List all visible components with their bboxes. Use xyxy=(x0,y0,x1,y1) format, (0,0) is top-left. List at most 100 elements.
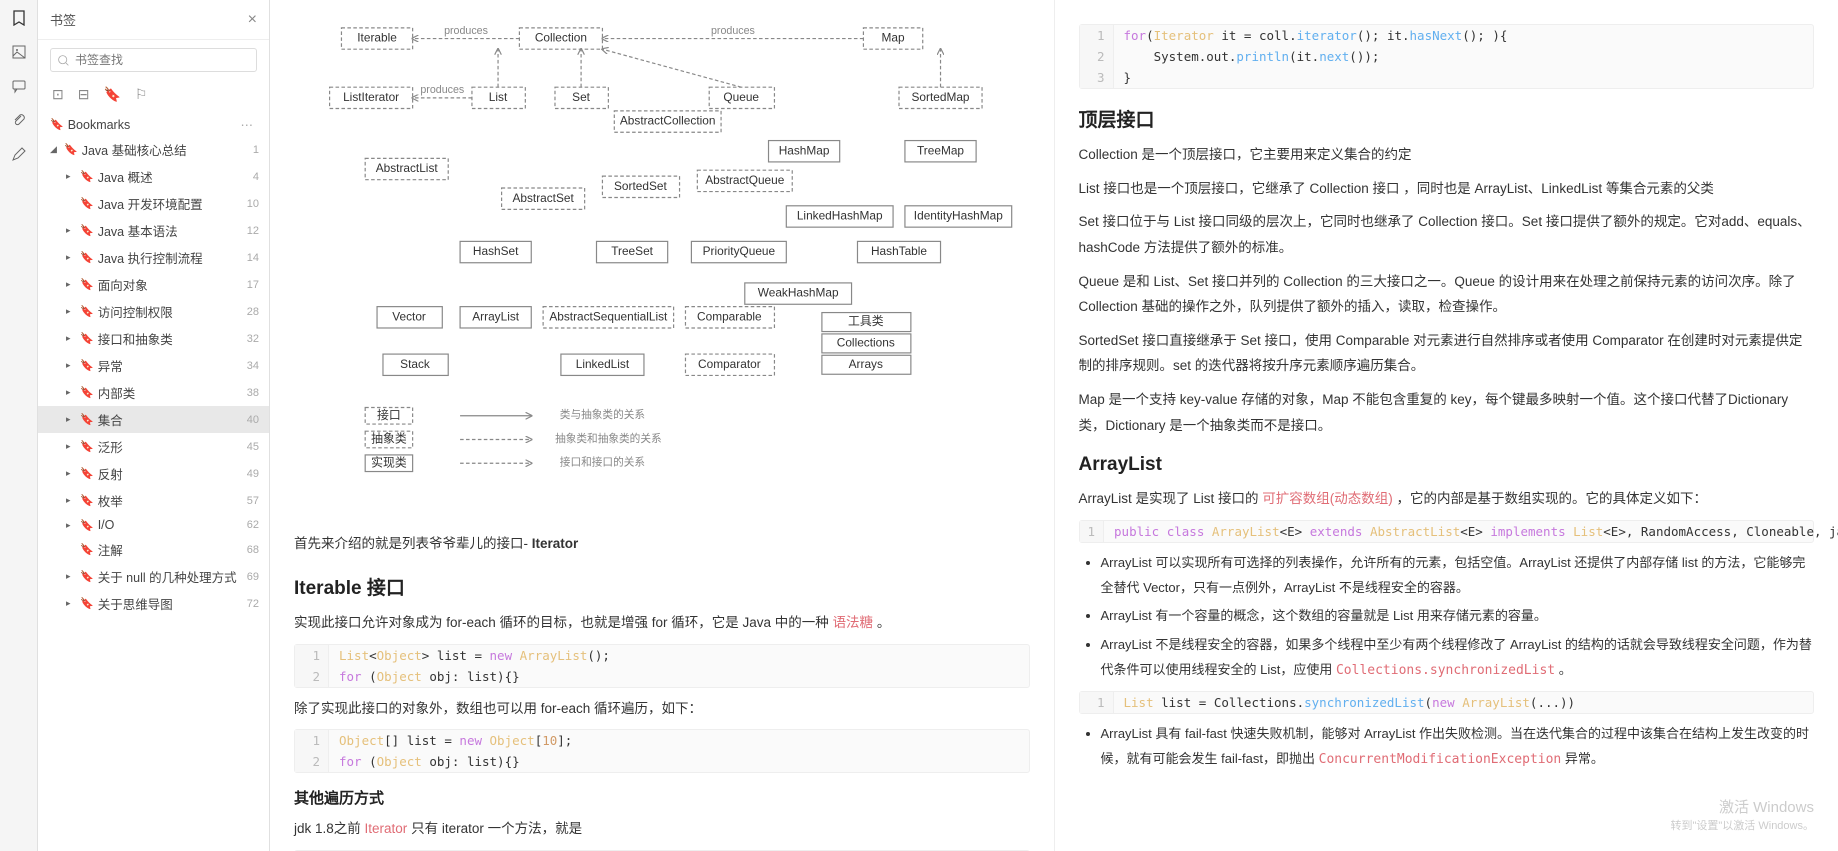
tree-item[interactable]: ▸🔖 异常34 xyxy=(38,352,269,379)
svg-text:抽象类和抽象类的关系: 抽象类和抽象类的关系 xyxy=(555,432,662,445)
svg-text:AbstractCollection: AbstractCollection xyxy=(620,114,716,128)
bookmark-icon[interactable] xyxy=(9,8,29,28)
collapse-icon[interactable]: ⊟ xyxy=(78,86,90,103)
svg-text:LinkedHashMap: LinkedHashMap xyxy=(797,209,883,223)
bookmark-tree: 🔖 Bookmarks ⋯ ◢🔖 Java 基础核心总结 1 ▸🔖 Java 概… xyxy=(38,111,269,851)
search-input[interactable] xyxy=(75,53,250,67)
svg-text:Queue: Queue xyxy=(723,90,759,104)
para: ArrayList 是实现了 List 接口的 可扩容数组(动态数组) ，它的内… xyxy=(1079,486,1815,512)
code-block-2: 1Object[] list = new Object[10]; 2for (O… xyxy=(294,729,1030,773)
list-item: ArrayList 具有 fail-fast 快速失败机制，能够对 ArrayL… xyxy=(1101,722,1815,772)
tree-item[interactable]: ▸🔖 枚举57 xyxy=(38,487,269,514)
heading-arraylist: ArrayList xyxy=(1079,454,1815,476)
collection-diagram: Iterable Collection Map produces produce… xyxy=(294,16,1030,517)
image-icon[interactable] xyxy=(9,42,29,62)
tree-item[interactable]: 🔖 注解68 xyxy=(38,536,269,563)
svg-text:Vector: Vector xyxy=(392,309,426,323)
list-item: ArrayList 可以实现所有可选择的列表操作，允许所有的元素，包括空值。Ar… xyxy=(1101,551,1815,600)
tree-item[interactable]: ▸🔖 泛形45 xyxy=(38,433,269,460)
para: 实现此接口允许对象成为 for-each 循环的目标，也就是增强 for 循环，… xyxy=(294,610,1030,636)
svg-text:ArrayList: ArrayList xyxy=(472,309,519,323)
tree-root[interactable]: ◢🔖 Java 基础核心总结 1 xyxy=(38,136,269,163)
pen-icon[interactable] xyxy=(9,144,29,164)
tree-item[interactable]: ▸🔖 面向对象17 xyxy=(38,271,269,298)
left-rail xyxy=(0,0,38,851)
para: Map 是一个支持 key-value 存储的对象，Map 不能包含重复的 ke… xyxy=(1079,387,1815,438)
tree-item[interactable]: ▸🔖 访问控制权限28 xyxy=(38,298,269,325)
svg-text:Arrays: Arrays xyxy=(849,357,883,371)
tree-item[interactable]: 🔖 Java 开发环境配置10 xyxy=(38,190,269,217)
svg-text:produces: produces xyxy=(444,25,488,37)
comment-icon[interactable] xyxy=(9,76,29,96)
svg-text:ListIterator: ListIterator xyxy=(343,90,399,104)
list-item: ArrayList 有一个容量的概念，这个数组的容量就是 List 用来存储元素… xyxy=(1101,604,1815,629)
tree-item[interactable]: ▸🔖 关于思维导图72 xyxy=(38,590,269,617)
svg-text:List: List xyxy=(489,90,508,104)
svg-text:Iterable: Iterable xyxy=(357,31,397,45)
svg-text:抽象类: 抽象类 xyxy=(371,432,407,446)
svg-text:Comparator: Comparator xyxy=(698,357,761,371)
svg-text:HashSet: HashSet xyxy=(473,244,519,258)
svg-text:工具类: 工具类 xyxy=(848,314,884,328)
heading-other: 其他遍历方式 xyxy=(294,787,1030,808)
svg-text:类与抽象类的关系: 类与抽象类的关系 xyxy=(560,408,645,421)
heading-top: 顶层接口 xyxy=(1079,105,1815,132)
tree-item[interactable]: ▸🔖 Java 概述4 xyxy=(38,163,269,190)
tree-item[interactable]: ▸🔖 内部类38 xyxy=(38,379,269,406)
svg-text:produces: produces xyxy=(711,25,755,37)
svg-text:HashMap: HashMap xyxy=(779,143,830,157)
svg-text:Set: Set xyxy=(572,90,591,104)
para: SortedSet 接口直接继承于 Set 接口，使用 Comparable 对… xyxy=(1079,328,1815,379)
syntax-sugar-link[interactable]: 语法糖 xyxy=(833,615,874,630)
bookmark-search[interactable] xyxy=(50,48,257,72)
dynamic-array-link[interactable]: 可扩容数组(动态数组) xyxy=(1262,491,1393,506)
tree-item[interactable]: ▸🔖 I/O62 xyxy=(38,514,269,536)
intro: 首先来介绍的就是列表爷爷辈儿的接口- Iterator xyxy=(294,531,1030,557)
svg-text:SortedMap: SortedMap xyxy=(912,90,970,104)
code-block-r0: 1for(Iterator it = coll.iterator(); it.h… xyxy=(1079,24,1815,89)
svg-text:produces: produces xyxy=(420,84,464,96)
svg-text:TreeSet: TreeSet xyxy=(611,244,653,258)
bullet-list-2: ArrayList 具有 fail-fast 快速失败机制，能够对 ArrayL… xyxy=(1079,722,1815,772)
tree-item[interactable]: ▸🔖 集合40 xyxy=(38,406,269,433)
svg-text:LinkedList: LinkedList xyxy=(576,357,630,371)
code-block-r1: 1public class ArrayList<E> extends Abstr… xyxy=(1079,520,1815,543)
para: Queue 是和 List、Set 接口并列的 Collection 的三大接口… xyxy=(1079,269,1815,320)
svg-text:Comparable: Comparable xyxy=(697,309,762,323)
tree-item[interactable]: ▸🔖 关于 null 的几种处理方式69 xyxy=(38,563,269,590)
bookmark-alt-icon[interactable]: ⚐ xyxy=(135,86,148,103)
sidebar-toolbar: ⊡ ⊟ 🔖 ⚐ xyxy=(38,80,269,111)
svg-text:Stack: Stack xyxy=(400,357,430,371)
tree-item[interactable]: ▸🔖 接口和抽象类32 xyxy=(38,325,269,352)
svg-text:Collection: Collection xyxy=(535,31,587,45)
list-item: ArrayList 不是线程安全的容器，如果多个线程中至少有两个线程修改了 Ar… xyxy=(1101,633,1815,683)
para: List 接口也是一个顶层接口，它继承了 Collection 接口 ，同时也是… xyxy=(1079,176,1815,202)
svg-text:AbstractQueue: AbstractQueue xyxy=(705,173,785,187)
close-icon[interactable]: × xyxy=(248,11,257,29)
expand-icon[interactable]: ⊡ xyxy=(52,86,64,103)
tree-item[interactable]: ▸🔖 反射49 xyxy=(38,460,269,487)
svg-text:AbstractSequentialList: AbstractSequentialList xyxy=(549,309,668,323)
bookmark-add-icon[interactable]: 🔖 xyxy=(103,86,120,103)
para: Set 接口位于与 List 接口同级的层次上，它同时也继承了 Collecti… xyxy=(1079,209,1815,260)
sidebar-title: 书签 xyxy=(50,10,76,29)
svg-text:PriorityQueue: PriorityQueue xyxy=(703,244,776,258)
bookmarks-root[interactable]: 🔖 Bookmarks ⋯ xyxy=(38,113,269,136)
svg-text:IdentityHashMap: IdentityHashMap xyxy=(914,209,1003,223)
tree-item[interactable]: ▸🔖 Java 执行控制流程14 xyxy=(38,244,269,271)
svg-text:TreeMap: TreeMap xyxy=(917,143,964,157)
content-left: Iterable Collection Map produces produce… xyxy=(270,0,1055,851)
code-block-r2: 1List list = Collections.synchronizedLis… xyxy=(1079,691,1815,714)
para: 除了实现此接口的对象外，数组也可以用 for-each 循环遍历，如下： xyxy=(294,696,1030,722)
svg-text:SortedSet: SortedSet xyxy=(614,179,667,193)
more-icon[interactable]: ⋯ xyxy=(235,117,260,132)
svg-text:Map: Map xyxy=(882,31,905,45)
tree-item[interactable]: ▸🔖 Java 基本语法12 xyxy=(38,217,269,244)
attachment-icon[interactable] xyxy=(9,110,29,130)
code-block-1: 1List<Object> list = new ArrayList(); 2f… xyxy=(294,644,1030,688)
svg-text:AbstractSet: AbstractSet xyxy=(512,191,574,205)
svg-text:Collections: Collections xyxy=(837,336,895,350)
bullet-list: ArrayList 可以实现所有可选择的列表操作，允许所有的元素，包括空值。Ar… xyxy=(1079,551,1815,683)
svg-text:HashTable: HashTable xyxy=(871,244,927,258)
para: jdk 1.8之前 Iterator 只有 iterator 一个方法，就是 xyxy=(294,816,1030,842)
